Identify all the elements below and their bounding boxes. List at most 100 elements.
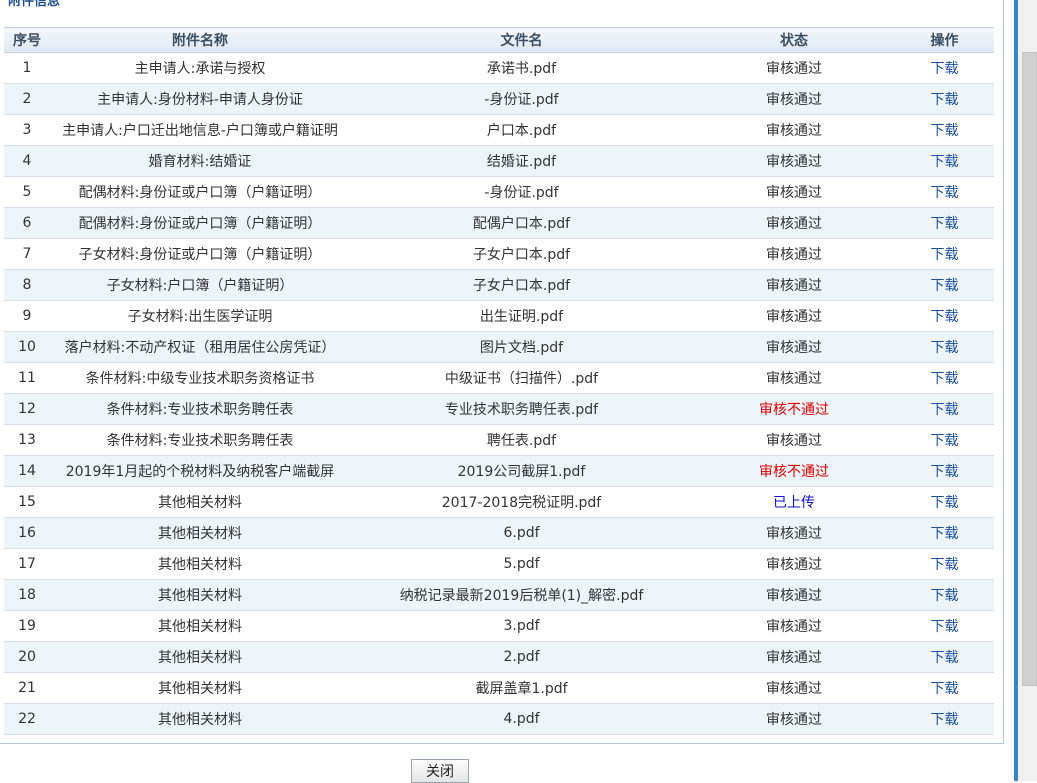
download-link[interactable]: 下载 xyxy=(931,557,959,573)
attachment-table: 序号 附件名称 文件名 状态 操作 1 主申请人:承诺与授权 承诺书.pdf 审核通过… xyxy=(4,27,994,735)
cell-file-name: 聘任表.pdf xyxy=(350,424,693,456)
cell-file-name: 2017-2018完税证明.pdf xyxy=(350,486,693,518)
download-link[interactable]: 下载 xyxy=(931,588,959,604)
cell-attachment-name: 条件材料:专业技术职务聘任表 xyxy=(50,424,350,456)
cell-file-name: 户口本.pdf xyxy=(350,114,693,146)
table-row: 17 其他相关材料 5.pdf 审核通过 下载 xyxy=(4,548,994,580)
download-link[interactable]: 下载 xyxy=(931,712,959,728)
download-link[interactable]: 下载 xyxy=(931,495,959,511)
cell-no: 10 xyxy=(4,331,50,363)
cell-attachment-name: 配偶材料:身份证或户口簿（户籍证明） xyxy=(50,176,350,208)
cell-file-name: 3.pdf xyxy=(350,610,693,642)
table-row: 3 主申请人:户口迁出地信息-户口簿或户籍证明 户口本.pdf 审核通过 下载 xyxy=(4,114,994,146)
download-link[interactable]: 下载 xyxy=(931,433,959,449)
download-link[interactable]: 下载 xyxy=(931,650,959,666)
cell-action: 下载 xyxy=(895,672,994,704)
table-row: 12 条件材料:专业技术职务聘任表 专业技术职务聘任表.pdf 审核不通过 下载 xyxy=(4,393,994,425)
cell-status: 审核通过 xyxy=(693,114,895,146)
cell-status: 审核不通过 xyxy=(693,393,895,425)
cell-file-name: 结婚证.pdf xyxy=(350,145,693,177)
download-link[interactable]: 下载 xyxy=(931,61,959,77)
cell-status: 审核通过 xyxy=(693,362,895,394)
cell-status: 已上传 xyxy=(693,486,895,518)
table-row: 5 配偶材料:身份证或户口簿（户籍证明） -身份证.pdf 审核通过 下载 xyxy=(4,176,994,208)
cell-file-name: 4.pdf xyxy=(350,703,693,735)
cell-attachment-name: 其他相关材料 xyxy=(50,641,350,673)
download-link[interactable]: 下载 xyxy=(931,402,959,418)
table-row: 6 配偶材料:身份证或户口簿（户籍证明） 配偶户口本.pdf 审核通过 下载 xyxy=(4,207,994,239)
cell-action: 下载 xyxy=(895,610,994,642)
cell-file-name: 6.pdf xyxy=(350,517,693,549)
close-button[interactable]: 关闭 xyxy=(411,759,469,783)
cell-status: 审核通过 xyxy=(693,517,895,549)
table-row: 22 其他相关材料 4.pdf 审核通过 下载 xyxy=(4,703,994,735)
download-link[interactable]: 下载 xyxy=(931,154,959,170)
cell-status: 审核不通过 xyxy=(693,455,895,487)
cell-no: 18 xyxy=(4,579,50,611)
table-row: 4 婚育材料:结婚证 结婚证.pdf 审核通过 下载 xyxy=(4,145,994,177)
cell-action: 下载 xyxy=(895,114,994,146)
cell-file-name: 5.pdf xyxy=(350,548,693,580)
cell-status: 审核通过 xyxy=(693,641,895,673)
table-row: 13 条件材料:专业技术职务聘任表 聘任表.pdf 审核通过 下载 xyxy=(4,424,994,456)
cell-attachment-name: 条件材料:中级专业技术职务资格证书 xyxy=(50,362,350,394)
cell-action: 下载 xyxy=(895,145,994,177)
download-link[interactable]: 下载 xyxy=(931,371,959,387)
cell-no: 12 xyxy=(4,393,50,425)
cell-action: 下载 xyxy=(895,548,994,580)
vertical-scrollbar[interactable] xyxy=(1014,0,1037,781)
cell-action: 下载 xyxy=(895,238,994,270)
download-link[interactable]: 下载 xyxy=(931,92,959,108)
cell-status: 审核通过 xyxy=(693,331,895,363)
cell-no: 6 xyxy=(4,207,50,239)
cell-no: 16 xyxy=(4,517,50,549)
cell-file-name: 纳税记录最新2019后税单(1)_解密.pdf xyxy=(350,579,693,611)
cell-status: 审核通过 xyxy=(693,610,895,642)
download-link[interactable]: 下载 xyxy=(931,216,959,232)
cell-action: 下载 xyxy=(895,269,994,301)
cell-attachment-name: 配偶材料:身份证或户口簿（户籍证明） xyxy=(50,207,350,239)
cell-action: 下载 xyxy=(895,83,994,115)
section-title: 附件信息 xyxy=(8,0,61,9)
cell-no: 15 xyxy=(4,486,50,518)
download-link[interactable]: 下载 xyxy=(931,681,959,697)
download-link[interactable]: 下载 xyxy=(931,247,959,263)
cell-attachment-name: 2019年1月起的个税材料及纳税客户端截屏 xyxy=(50,455,350,487)
cell-status: 审核通过 xyxy=(693,672,895,704)
table-row: 14 2019年1月起的个税材料及纳税客户端截屏 2019公司截屏1.pdf 审核不通… xyxy=(4,455,994,487)
cell-attachment-name: 婚育材料:结婚证 xyxy=(50,145,350,177)
download-link[interactable]: 下载 xyxy=(931,526,959,542)
cell-status: 审核通过 xyxy=(693,145,895,177)
cell-status: 审核通过 xyxy=(693,269,895,301)
cell-file-name: 中级证书（扫描件）.pdf xyxy=(350,362,693,394)
cell-action: 下载 xyxy=(895,52,994,84)
table-row: 21 其他相关材料 截屏盖章1.pdf 审核通过 下载 xyxy=(4,672,994,704)
download-link[interactable]: 下载 xyxy=(931,309,959,325)
table-row: 11 条件材料:中级专业技术职务资格证书 中级证书（扫描件）.pdf 审核通过 下载 xyxy=(4,362,994,394)
cell-action: 下载 xyxy=(895,641,994,673)
download-link[interactable]: 下载 xyxy=(931,340,959,356)
download-link[interactable]: 下载 xyxy=(931,278,959,294)
cell-no: 7 xyxy=(4,238,50,270)
cell-action: 下载 xyxy=(895,207,994,239)
cell-file-name: -身份证.pdf xyxy=(350,83,693,115)
download-link[interactable]: 下载 xyxy=(931,185,959,201)
header-attachment-name: 附件名称 xyxy=(50,27,350,53)
download-link[interactable]: 下载 xyxy=(931,464,959,480)
cell-file-name: 承诺书.pdf xyxy=(350,52,693,84)
cell-attachment-name: 条件材料:专业技术职务聘任表 xyxy=(50,393,350,425)
header-no: 序号 xyxy=(4,27,50,53)
cell-no: 22 xyxy=(4,703,50,735)
table-row: 10 落户材料:不动产权证（租用居住公房凭证） 图片文档.pdf 审核通过 下载 xyxy=(4,331,994,363)
cell-attachment-name: 其他相关材料 xyxy=(50,672,350,704)
cell-action: 下载 xyxy=(895,455,994,487)
cell-attachment-name: 主申请人:承诺与授权 xyxy=(50,52,350,84)
cell-file-name: -身份证.pdf xyxy=(350,176,693,208)
download-link[interactable]: 下载 xyxy=(931,619,959,635)
cell-no: 21 xyxy=(4,672,50,704)
cell-status: 审核通过 xyxy=(693,52,895,84)
scrollbar-thumb[interactable] xyxy=(1022,52,1037,686)
download-link[interactable]: 下载 xyxy=(931,123,959,139)
cell-status: 审核通过 xyxy=(693,300,895,332)
cell-file-name: 专业技术职务聘任表.pdf xyxy=(350,393,693,425)
